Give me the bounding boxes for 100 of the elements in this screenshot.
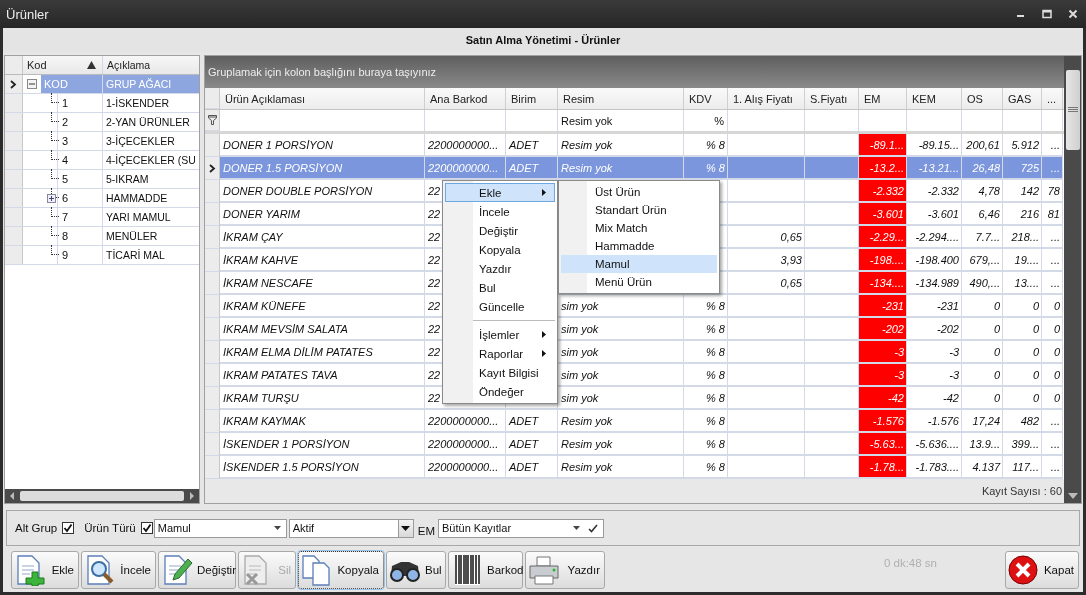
tree-cell: 6 (57, 189, 102, 207)
status-dropdown[interactable]: Aktif (288, 518, 414, 538)
column-header[interactable]: Ana Barkod (425, 88, 506, 109)
scrollbar-thumb[interactable] (1065, 70, 1080, 150)
caret-icon (273, 526, 281, 530)
toolbar-button[interactable]: Ekle (11, 550, 79, 589)
dropdown-button[interactable] (397, 519, 413, 537)
filter-icon[interactable] (207, 115, 217, 125)
row-selector[interactable] (5, 75, 23, 93)
tree-cell-text: TİCARİ MAL (105, 248, 166, 263)
column-header[interactable]: 1. Alış Fiyatı (728, 88, 805, 109)
filter-row-selector[interactable] (205, 110, 220, 131)
menu-item[interactable]: Ekle (445, 183, 555, 202)
toolbar-button[interactable]: Barkod (448, 550, 523, 589)
current-row-icon (10, 79, 17, 89)
toolbar-button[interactable]: Bul (386, 550, 446, 589)
menu-item[interactable]: Hammadde (561, 237, 717, 255)
table-cell: -231 (859, 295, 907, 318)
maximize-icon[interactable] (1042, 9, 1052, 19)
tree-cell: GRUP AĞACI (103, 75, 199, 93)
tree-row[interactable]: 2 2-YAN ÜRÜNLER (5, 113, 199, 132)
column-header[interactable]: S.Fiyatı (805, 88, 859, 109)
table-cell: ... (1042, 157, 1063, 180)
table-cell: -198.... (859, 249, 907, 272)
horizontal-scrollbar[interactable] (5, 489, 199, 503)
table-cell: Resim yok (558, 456, 684, 479)
tree-row[interactable]: 3 3-İÇECEKLER (5, 132, 199, 151)
table-cell: 117... (1003, 456, 1042, 479)
check-icon[interactable] (588, 523, 598, 533)
scroll-right-icon[interactable] (188, 492, 196, 500)
tree-row[interactable]: 6 HAMMADDE (5, 189, 199, 208)
column-header[interactable]: KDV (684, 88, 728, 109)
column-header[interactable]: OS (962, 88, 1003, 109)
table-cell: İSKENDER 1.5 PORSİYON (220, 456, 425, 479)
tree-cell: 2 (57, 113, 102, 131)
row-selector[interactable] (205, 157, 220, 180)
table-cell: -13.21... (907, 157, 962, 180)
form-title: Satın Alma Yönetimi - Ürünler (465, 34, 621, 46)
close-button[interactable]: Kapat (1005, 550, 1079, 589)
expand-icon[interactable] (47, 194, 56, 203)
column-header[interactable]: Resim (558, 88, 684, 109)
column-header[interactable]: Ürün Açıklaması (220, 88, 425, 109)
column-header[interactable]: Kod (23, 56, 103, 74)
column-header[interactable]: Açıklama (103, 56, 199, 74)
tree-cell: 9 (57, 246, 102, 264)
tree-cell-text: 1-İSKENDER (105, 96, 170, 111)
table-cell: -1.576 (859, 410, 907, 433)
window-title: Ürünler (6, 6, 49, 22)
toolbar-button[interactable]: Kopyala (298, 550, 384, 589)
tree-cell: 4 (57, 151, 102, 169)
tree-cell-text: HAMMADDE (105, 191, 169, 206)
menu-item[interactable]: Standart Ürün (561, 201, 717, 219)
column-header[interactable]: GAS (1003, 88, 1042, 109)
tree-row[interactable]: 1 1-İSKENDER (5, 94, 199, 113)
menu-item[interactable]: Menü Ürün (561, 273, 717, 291)
filter-cell[interactable]: Resim yok (558, 110, 684, 131)
tree-cell-text: YARI MAMUL (105, 210, 172, 225)
record-count: Kayıt Sayısı : 60 (981, 485, 1062, 497)
table-cell: -89.1... (859, 134, 907, 157)
em-dropdown[interactable]: Bütün Kayıtlar (438, 518, 604, 538)
table-cell: 2200000000... (425, 157, 506, 180)
toolbar-button[interactable]: Yazdır (525, 550, 605, 589)
vertical-scrollbar[interactable] (1064, 56, 1081, 503)
tree-row[interactable]: 5 5-IKRAM (5, 170, 199, 189)
table-cell: Resim yok (558, 157, 684, 180)
table-cell: 725 (1003, 157, 1042, 180)
column-header[interactable]: ... (1042, 88, 1063, 109)
collapse-icon[interactable] (27, 79, 37, 89)
scrollbar-thumb[interactable] (20, 491, 184, 501)
table-cell: -13.2... (859, 157, 907, 180)
toolbar-button[interactable]: İncele (81, 550, 156, 589)
table-cell: % 8 (684, 157, 728, 180)
checkbox[interactable] (140, 522, 153, 534)
menu-item[interactable]: Mix Match (561, 219, 717, 237)
menu-item[interactable]: Üst Ürün (561, 183, 717, 201)
table-cell: -42 (859, 387, 907, 410)
column-header[interactable]: EM (859, 88, 907, 109)
tree-cell-text: 5-IKRAM (105, 172, 150, 187)
close-icon[interactable] (1068, 9, 1078, 19)
tree-cell-text: MENÜLER (105, 229, 159, 244)
tree-cell: 3 (57, 132, 102, 150)
column-header[interactable]: KEM (907, 88, 962, 109)
table-cell: -3 (859, 364, 907, 387)
scroll-down-icon[interactable] (1067, 493, 1078, 499)
tree-cell: 1 (57, 94, 102, 112)
table-cell: -2.29... (859, 226, 907, 249)
product-type-dropdown[interactable]: Mamul (153, 518, 287, 538)
column-header[interactable]: Birim (506, 88, 558, 109)
tree-row[interactable]: 8 MENÜLER (5, 227, 199, 246)
tree-row[interactable]: 9 TİCARİ MAL (5, 246, 199, 265)
menu-item[interactable]: Mamul (561, 255, 717, 273)
tree-row[interactable]: 7 YARI MAMUL (5, 208, 199, 227)
checkbox[interactable] (62, 522, 75, 534)
tree-cell: KOD (41, 75, 102, 93)
checkbox-label: Alt Grup (15, 522, 58, 534)
tree-row[interactable]: 4 4-İÇECEKLER (SU (5, 151, 199, 170)
scroll-left-icon[interactable] (8, 492, 16, 500)
filter-cell[interactable]: % (684, 110, 728, 131)
toolbar-button[interactable]: Değiştir (158, 550, 236, 589)
printer-icon (528, 553, 560, 586)
